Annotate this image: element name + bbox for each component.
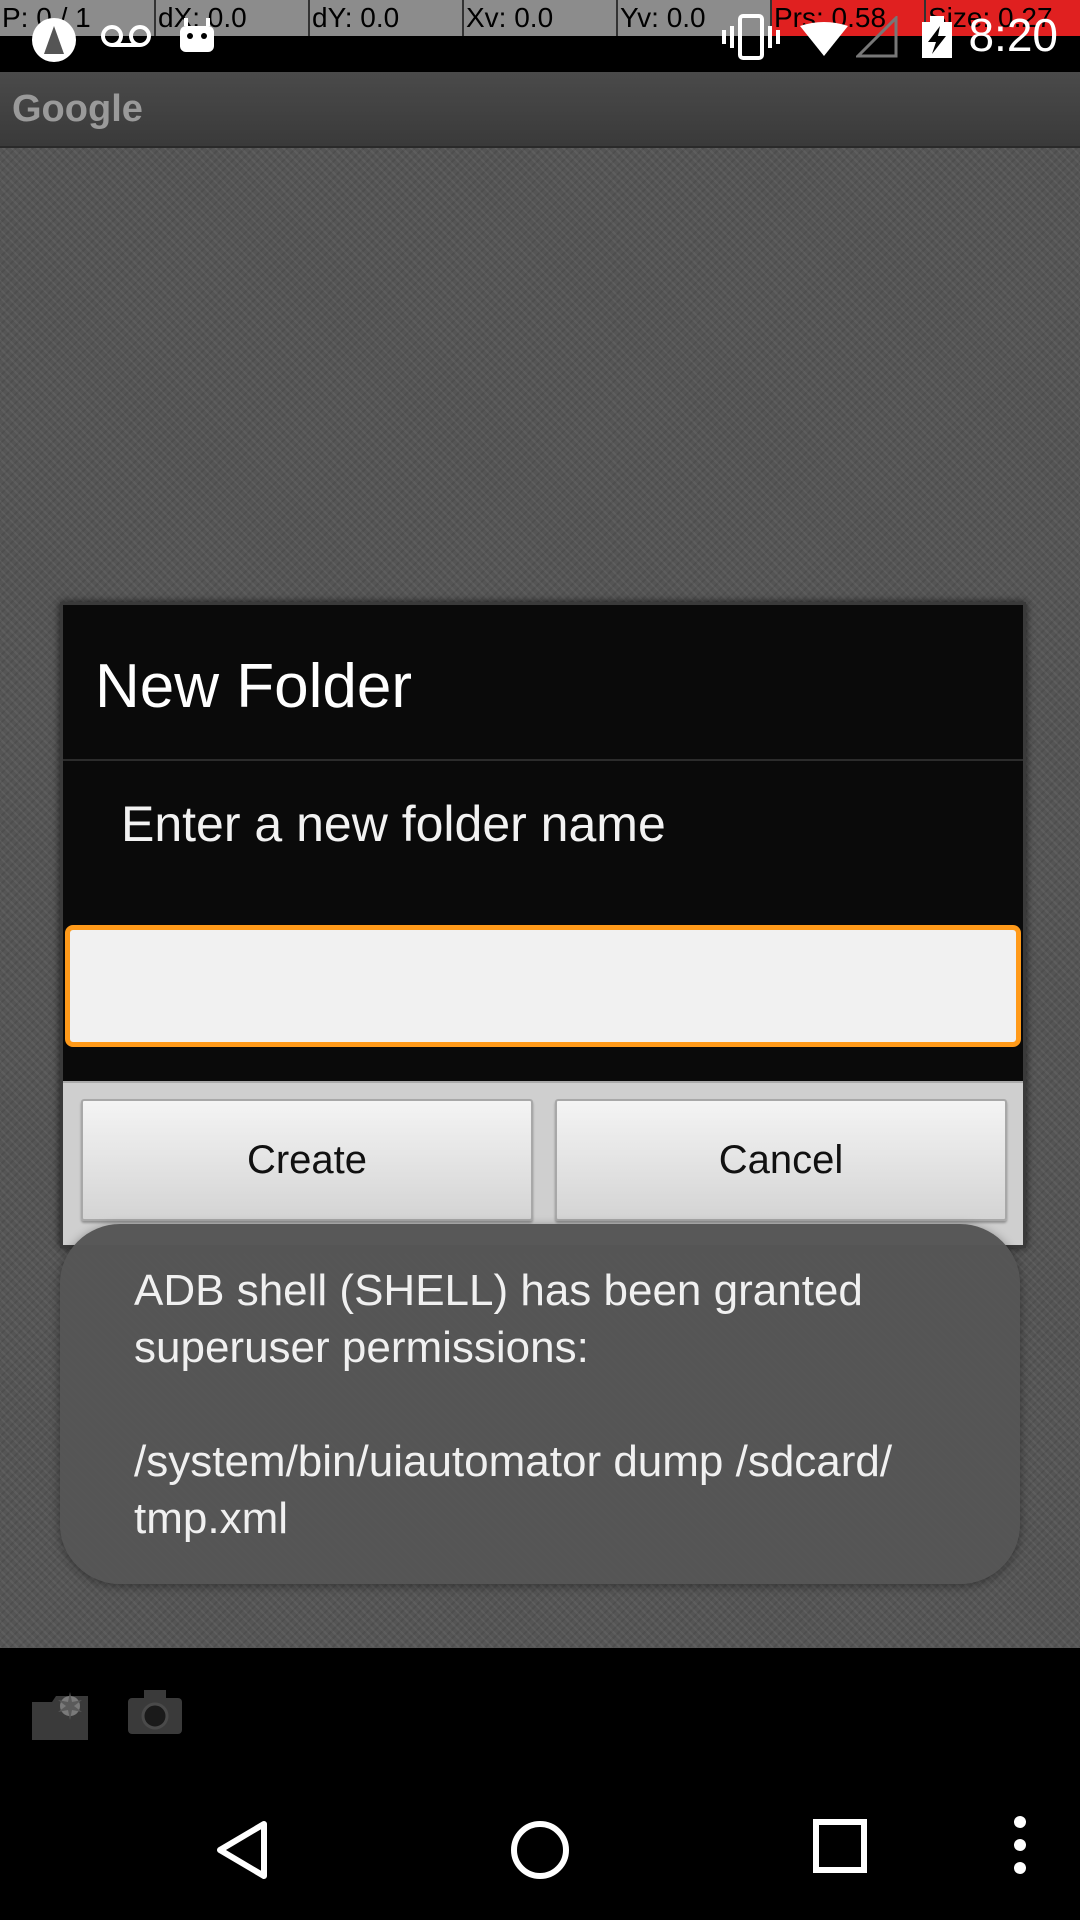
- debug-dx: dX: 0.0: [154, 0, 308, 36]
- cancel-button[interactable]: Cancel: [555, 1099, 1007, 1221]
- folder-name-input[interactable]: [65, 925, 1021, 1047]
- debug-pressure: Prs: 0.58: [770, 0, 924, 36]
- camera-icon[interactable]: [126, 1688, 184, 1736]
- bottom-toolbar: [0, 1648, 1080, 1778]
- dialog-title: New Folder: [95, 652, 412, 721]
- new-folder-dialog: New Folder Enter a new folder name Creat…: [60, 602, 1026, 1248]
- navigation-bar: [0, 1778, 1080, 1920]
- create-button[interactable]: Create: [81, 1099, 533, 1221]
- recents-icon[interactable]: [812, 1818, 868, 1874]
- pointer-debug-bar: P: 0 / 1 dX: 0.0 dY: 0.0 Xv: 0.0 Yv: 0.0…: [0, 0, 1080, 36]
- dialog-divider: [63, 759, 1023, 761]
- debug-yv: Yv: 0.0: [616, 0, 770, 36]
- app-title: Google: [12, 88, 143, 130]
- debug-pointer-count: P: 0 / 1: [2, 2, 91, 33]
- toast-message: ADB shell (SHELL) has been granted super…: [134, 1266, 893, 1543]
- superuser-toast: ADB shell (SHELL) has been granted super…: [60, 1224, 1020, 1584]
- overflow-menu-icon[interactable]: [1008, 1814, 1032, 1876]
- status-clock: 8:20: [968, 9, 1058, 61]
- dialog-button-row: Create Cancel: [63, 1081, 1023, 1245]
- home-icon[interactable]: [508, 1818, 572, 1882]
- status-bar: [0, 36, 1080, 72]
- debug-xv: Xv: 0.0: [462, 0, 616, 36]
- debug-dy: dY: 0.0: [308, 0, 462, 36]
- back-icon[interactable]: [212, 1818, 272, 1882]
- new-folder-icon[interactable]: [30, 1688, 92, 1744]
- app-action-bar: Google: [0, 72, 1080, 148]
- dialog-message: Enter a new folder name: [121, 796, 666, 852]
